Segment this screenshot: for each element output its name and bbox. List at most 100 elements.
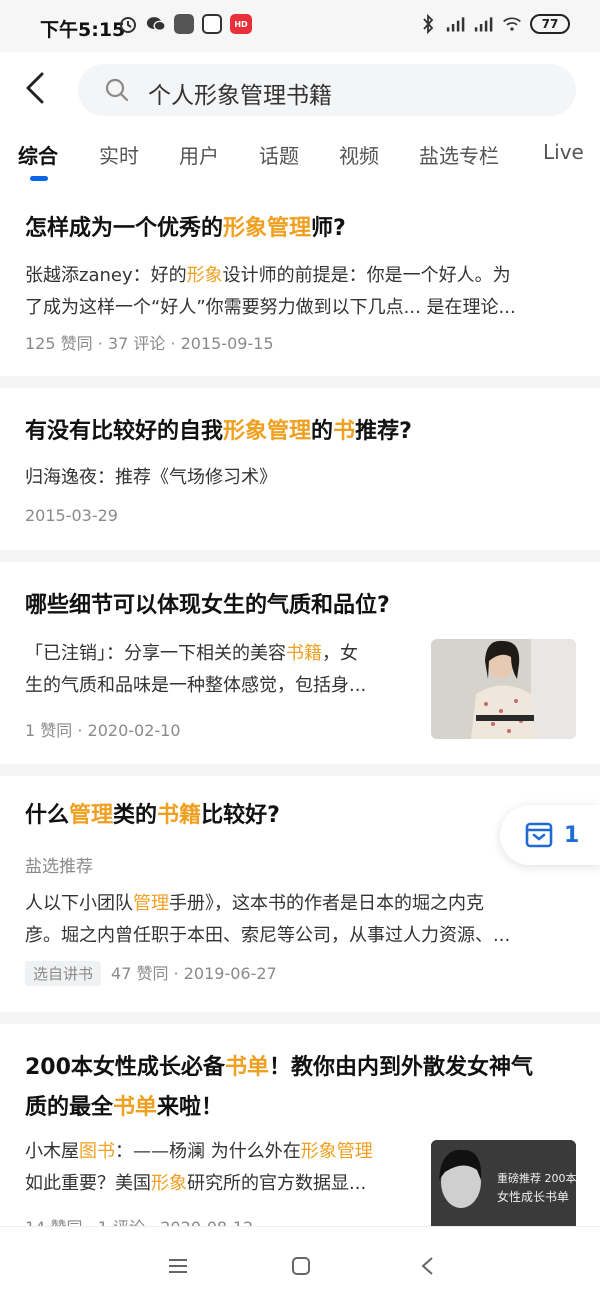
bluetooth-icon <box>418 14 438 34</box>
taobao-icon <box>202 14 222 34</box>
result-source-label: 盐选推荐 <box>25 857 93 877</box>
result-meta: 选自讲书 47 赞同 · 2019-06-27 <box>25 960 277 986</box>
title-highlight: 书单 <box>224 1055 269 1080</box>
meta-text: 47 赞同 · 2019-06-27 <box>111 964 277 983</box>
tab-topics[interactable]: 话题 <box>259 140 299 169</box>
hd-app-icon: HD <box>230 14 252 34</box>
source-tag[interactable]: 选自讲书 <box>25 961 102 986</box>
excerpt-text: ：——杨澜 为什么外在 <box>115 1141 301 1162</box>
title-text: 比较好? <box>201 803 280 828</box>
title-text: 师? <box>311 216 346 241</box>
excerpt-text: 小木屋 <box>25 1141 79 1162</box>
search-header: 个人形象管理书籍 <box>0 52 600 126</box>
excerpt-line: 彦。堀之内曾任职于本田、索尼等公司，从事过人力资源、... <box>25 925 511 946</box>
collection-box-icon <box>525 822 553 848</box>
excerpt-highlight: 形象 <box>151 1173 187 1194</box>
excerpt-highlight: 形象管理 <box>300 1141 373 1162</box>
divider <box>0 376 600 388</box>
excerpt-text: 「已注销」：分享一下相关的美容 <box>25 643 286 664</box>
result-card[interactable]: 怎样成为一个优秀的形象管理师? 张越添zaney：好的形象设计师的前提是：你是一… <box>0 184 600 376</box>
floating-collection-button[interactable]: 1 <box>500 805 600 865</box>
result-excerpt: 「已注销」：分享一下相关的美容书籍，女 生的气质和品味是一种整体感觉，包括身..… <box>25 638 420 702</box>
result-meta: 2015-03-29 <box>25 506 118 525</box>
divider <box>0 1012 600 1024</box>
excerpt-highlight: 管理 <box>133 893 169 914</box>
result-card[interactable]: 200本女性成长必备书单！教你由内到外散发女神气 质的最全书单来啦！ 小木屋图书… <box>0 1024 600 1237</box>
result-meta: 1 赞同 · 2020-02-10 <box>25 721 181 740</box>
status-time: 下午5:15 <box>40 19 126 41</box>
back-nav-button[interactable] <box>412 1251 442 1281</box>
result-title[interactable]: 怎样成为一个优秀的形象管理师? <box>25 209 585 249</box>
alarm-icon <box>118 14 138 34</box>
result-thumbnail[interactable] <box>431 639 576 739</box>
excerpt-highlight: 图书 <box>79 1141 115 1162</box>
result-title[interactable]: 200本女性成长必备书单！教你由内到外散发女神气 质的最全书单来啦！ <box>25 1048 585 1128</box>
thumbnail-caption: 重磅推荐 200本 <box>497 1172 576 1185</box>
title-text: 来啦！ <box>157 1095 224 1120</box>
result-excerpt: 归海逸夜：推荐《气场修习术》 <box>25 467 277 488</box>
result-excerpt: 人以下小团队管理手册》，这本书的作者是日本的堀之内克 彦。堀之内曾任职于本田、索… <box>25 888 510 952</box>
result-title[interactable]: 有没有比较好的自我形象管理的书推荐? <box>25 412 585 452</box>
result-title[interactable]: 哪些细节可以体现女生的气质和品位? <box>25 586 585 626</box>
active-tab-indicator <box>30 176 48 181</box>
status-notification-icons: HD <box>118 14 252 34</box>
search-results-page: 下午5:15 HD 77 个人形象管理书籍 综合 实时 用户 话题 视频 盐选专… <box>0 0 600 1300</box>
tab-videos[interactable]: 视频 <box>339 140 379 169</box>
wifi-icon <box>502 14 522 34</box>
thumbnail-caption: 女性成长书单 <box>497 1190 570 1204</box>
tab-all[interactable]: 综合 <box>18 140 58 169</box>
title-text: 类的 <box>113 803 158 828</box>
excerpt-line: 了成为这样一个“好人”你需要努力做到以下几点... 是在理论... <box>25 297 516 318</box>
status-bar: 下午5:15 HD 77 <box>0 0 600 52</box>
excerpt-text: 研究所的官方数据显... <box>187 1173 367 1194</box>
excerpt-text: 设计师的前提是：你是一个好人。为 <box>222 265 511 286</box>
title-text: 什么 <box>25 803 70 828</box>
excerpt-highlight: 形象 <box>186 265 223 286</box>
title-text: 怎样成为一个优秀的 <box>25 216 224 241</box>
collection-count: 1 <box>564 822 580 848</box>
tab-live[interactable]: Live <box>543 140 584 164</box>
home-square-icon <box>292 1257 310 1275</box>
menu-nav-button[interactable] <box>163 1251 193 1281</box>
result-excerpt: 小木屋图书：——杨澜 为什么外在形象管理 如此重要？美国形象研究所的官方数据显.… <box>25 1136 420 1200</box>
title-text: 质的最全 <box>25 1095 114 1120</box>
excerpt-highlight: 书籍 <box>286 643 322 664</box>
title-highlight: 管理 <box>69 803 114 828</box>
system-nav-bar <box>0 1226 600 1300</box>
title-text: 推荐? <box>355 419 412 444</box>
title-highlight: 形象管理 <box>223 419 312 444</box>
tab-salt-column[interactable]: 盐选专栏 <box>419 140 499 169</box>
result-thumbnail[interactable]: 重磅推荐 200本 女性成长书单 <box>431 1140 576 1232</box>
back-button[interactable] <box>18 68 52 108</box>
signal-hd-icon <box>474 14 494 34</box>
portrait-image <box>431 639 576 739</box>
booklist-cover-image <box>431 1140 576 1232</box>
divider <box>0 550 600 562</box>
result-card[interactable]: 有没有比较好的自我形象管理的书推荐? 归海逸夜：推荐《气场修习术》 2015-0… <box>0 388 600 550</box>
tab-realtime[interactable]: 实时 <box>99 140 139 169</box>
signal-icon <box>446 14 466 34</box>
back-arrow-icon <box>26 72 44 104</box>
tab-users[interactable]: 用户 <box>179 140 219 169</box>
search-icon <box>105 78 129 102</box>
title-text: 有没有比较好的自我 <box>25 419 224 444</box>
status-system-icons: 77 <box>418 14 570 34</box>
excerpt-text: 人以下小团队 <box>25 893 133 914</box>
result-tabs: 综合 实时 用户 话题 视频 盐选专栏 Live <box>0 126 600 184</box>
title-text: ！教你由内到外散发女神气 <box>268 1055 533 1080</box>
result-meta: 125 赞同 · 37 评论 · 2015-09-15 <box>25 334 274 353</box>
back-triangle-icon <box>421 1257 433 1275</box>
excerpt-text: 张越添zaney：好的 <box>25 265 187 286</box>
search-input[interactable]: 个人形象管理书籍 <box>78 64 576 116</box>
excerpt-text: 手册》，这本书的作者是日本的堀之内克 <box>169 893 484 914</box>
title-highlight: 书籍 <box>157 803 202 828</box>
result-excerpt: 张越添zaney：好的形象设计师的前提是：你是一个好人。为 了成为这样一个“好人… <box>25 260 516 324</box>
result-card[interactable]: 哪些细节可以体现女生的气质和品位? 「已注销」：分享一下相关的美容书籍，女 生的… <box>0 562 600 764</box>
title-highlight: 书 <box>333 419 356 444</box>
title-highlight: 形象管理 <box>223 216 312 241</box>
title-highlight: 书单 <box>113 1095 158 1120</box>
home-nav-button[interactable] <box>286 1251 316 1281</box>
search-query: 个人形象管理书籍 <box>148 83 332 109</box>
app-notification-icon <box>174 14 194 34</box>
title-text: 200本女性成长必备 <box>25 1055 225 1080</box>
